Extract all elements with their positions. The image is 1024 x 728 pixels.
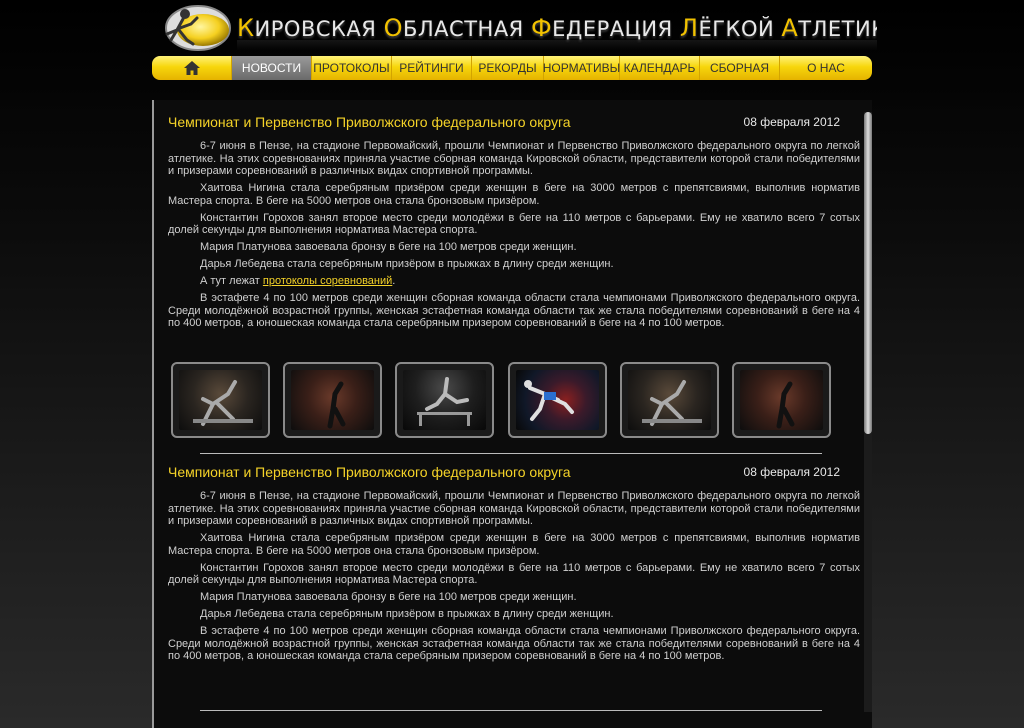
gallery-thumbnail[interactable]	[507, 362, 607, 438]
article-paragraph: А тут лежат протоколы соревнований.	[200, 275, 396, 287]
protocols-link[interactable]: протоколы соревнований	[263, 275, 392, 287]
gallery-thumbnail[interactable]	[171, 362, 270, 438]
nav-calendar[interactable]: КАЛЕНДАРЬ	[620, 56, 700, 80]
title-word-4: ЛЁГКОЙ	[679, 14, 775, 42]
nav-records[interactable]: РЕКОРДЫ	[472, 56, 544, 80]
nav-news[interactable]: НОВОСТИ	[232, 56, 312, 80]
photo-gallery	[171, 362, 831, 438]
article-paragraph: В эстафете 4 по 100 метров среди женщин …	[168, 292, 860, 329]
nav-ratings[interactable]: РЕЙТИНГИ	[392, 56, 472, 80]
article-paragraph: Хаитова Нигина стала серебряным призёром…	[168, 182, 860, 207]
nav-team[interactable]: СБОРНАЯ	[700, 56, 780, 80]
article-body: 6-7 июня в Пензе, на стадионе Первомайск…	[168, 140, 860, 334]
title-word-3: ФЕДЕРАЦИЯ	[530, 14, 673, 42]
nav-about[interactable]: О НАС	[780, 56, 872, 80]
scrollbar-thumb[interactable]	[864, 112, 872, 434]
scrollbar[interactable]	[864, 112, 872, 712]
article-title[interactable]: Чемпионат и Первенство Приволжского феде…	[168, 464, 571, 480]
article-paragraph: Мария Платунова завоевала бронзу в беге …	[200, 241, 577, 253]
article-divider	[200, 453, 822, 454]
nav-standards[interactable]: НОРМАТИВЫ	[543, 56, 620, 80]
article-title[interactable]: Чемпионат и Первенство Приволжского феде…	[168, 114, 571, 130]
title-reflection	[237, 40, 877, 50]
federation-logo[interactable]	[163, 0, 233, 54]
gallery-thumbnail[interactable]	[395, 362, 495, 438]
title-word-5: АТЛЕТИКИ	[781, 14, 877, 42]
article-paragraph: Дарья Лебедева стала серебряным призёром…	[200, 258, 614, 270]
gallery-thumbnail[interactable]	[619, 362, 719, 438]
gallery-thumbnail[interactable]	[283, 362, 383, 438]
main-nav: НОВОСТИ ПРОТОКОЛЫ РЕЙТИНГИ РЕКОРДЫ НОРМА…	[152, 56, 872, 80]
article-paragraph: Хаитова Нигина стала серебряным призёром…	[168, 532, 860, 557]
title-word-1: КИРОВСКАЯ	[237, 14, 377, 42]
home-icon	[183, 61, 200, 75]
title-word-2: ОБЛАСТНАЯ	[383, 14, 524, 42]
article-date: 08 февраля 2012	[743, 115, 840, 129]
article-paragraph: Константин Горохов занял второе место ср…	[168, 211, 860, 237]
article-date: 08 февраля 2012	[743, 465, 840, 479]
nav-home[interactable]	[152, 56, 232, 80]
article-paragraph: Мария Платунова завоевала бронзу в беге …	[200, 591, 577, 603]
article-paragraph: Дарья Лебедева стала серебряным призёром…	[200, 608, 614, 620]
article-paragraph: 6-7 июня в Пензе, на стадионе Первомайск…	[168, 140, 860, 177]
article-divider	[200, 710, 822, 711]
article-paragraph: 6-7 июня в Пензе, на стадионе Первомайск…	[168, 490, 860, 527]
article-body: 6-7 июня в Пензе, на стадионе Первомайск…	[168, 490, 860, 667]
gallery-thumbnail[interactable]	[731, 362, 831, 438]
nav-protocols[interactable]: ПРОТОКОЛЫ	[312, 56, 392, 80]
article-paragraph: В эстафете 4 по 100 метров среди женщин …	[168, 625, 860, 662]
news-panel: Чемпионат и Первенство Приволжского феде…	[152, 100, 872, 728]
article-paragraph: Константин Горохов занял второе место ср…	[168, 561, 860, 587]
